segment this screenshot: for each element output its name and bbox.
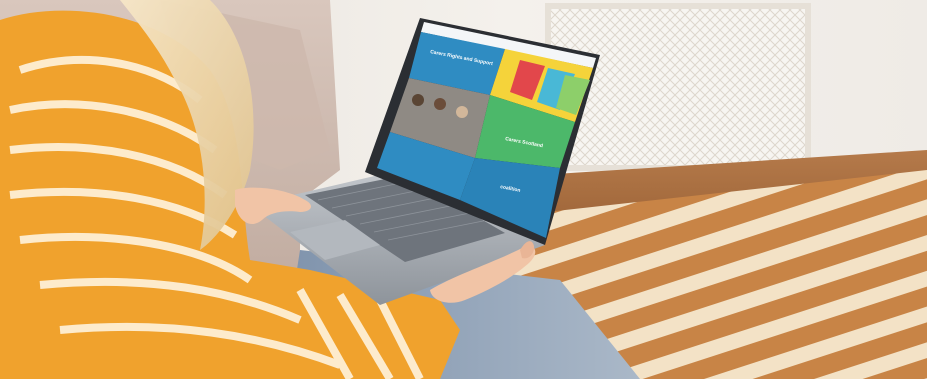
photo: Carers Rights and Support Carers Scotlan… — [0, 0, 927, 379]
person-head — [434, 98, 446, 110]
person-head — [456, 106, 468, 118]
scene: Carers Rights and Support Carers Scotlan… — [0, 0, 927, 379]
person-head — [412, 94, 424, 106]
